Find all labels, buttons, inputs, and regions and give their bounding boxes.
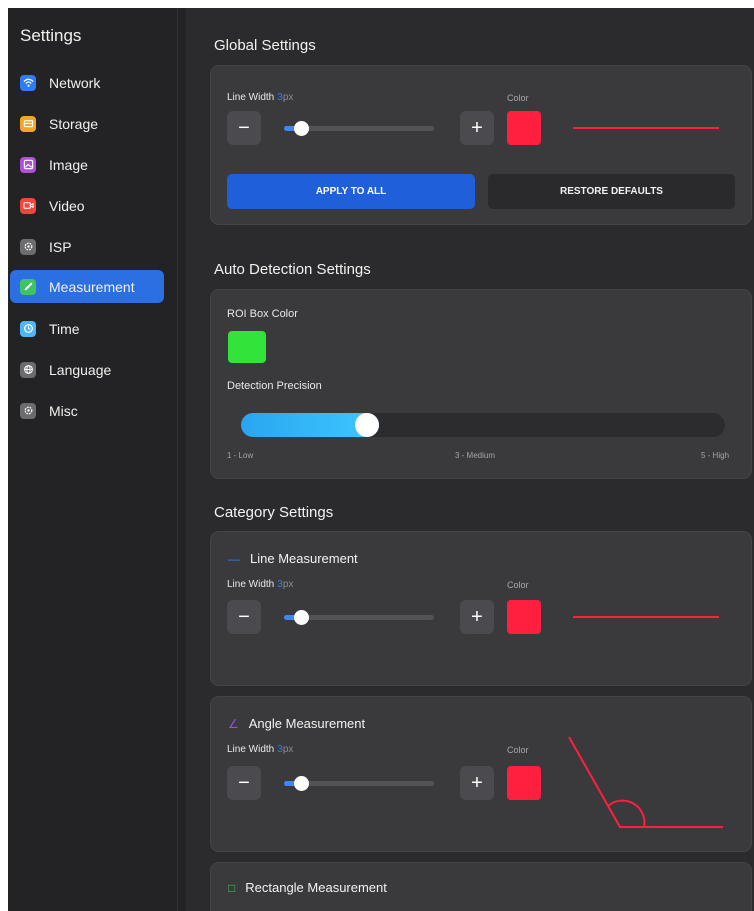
color-label: Color — [507, 93, 529, 103]
isp-gear-icon — [20, 238, 36, 255]
rectangle-icon: □ — [228, 880, 236, 895]
line-measurement-title: — Line Measurement — [228, 551, 358, 566]
sidebar-item-video[interactable]: Video — [10, 189, 164, 222]
roi-box-color-label: ROI Box Color — [227, 308, 298, 320]
sidebar-item-label: Measurement — [49, 278, 135, 295]
angle-measurement-title: ∠ Angle Measurement — [228, 716, 366, 731]
color-label: Color — [507, 745, 529, 755]
decrease-line-width-button[interactable]: − — [227, 766, 261, 800]
category-settings-title: Category Settings — [214, 504, 334, 521]
sidebar-item-label: Misc — [49, 402, 78, 419]
sidebar-item-label: Time — [49, 320, 80, 337]
misc-gear-icon — [20, 402, 36, 419]
angle-preview — [568, 736, 723, 828]
detection-precision-slider[interactable] — [241, 413, 725, 437]
main-content: Global Settings Line Width 3px Color − + … — [186, 8, 754, 911]
line-preview — [573, 616, 719, 618]
precision-thumb[interactable] — [354, 413, 379, 437]
sidebar-item-misc[interactable]: Misc — [10, 394, 164, 427]
decrease-line-width-button[interactable]: − — [227, 111, 261, 145]
sidebar-item-network[interactable]: Network — [10, 66, 164, 99]
line-width-label: Line Width 3px — [227, 579, 294, 590]
precision-tick-medium: 3 - Medium — [455, 451, 496, 460]
line-color-swatch[interactable] — [507, 600, 541, 634]
ruler-icon — [20, 278, 36, 295]
line-preview — [573, 127, 719, 129]
sidebar-item-label: Storage — [49, 115, 99, 132]
sidebar-item-label: Video — [49, 197, 85, 214]
line-width-slider[interactable] — [284, 610, 434, 625]
wifi-icon — [20, 74, 36, 91]
auto-detection-card: ROI Box Color Detection Precision 1 - Lo… — [210, 289, 752, 479]
sidebar-item-isp[interactable]: ISP — [10, 230, 164, 263]
app-window: Settings Network Storage Image Video ISP… — [8, 8, 754, 911]
global-settings-card: Line Width 3px Color − + APPLY TO ALL RES… — [210, 65, 752, 225]
line-width-label: Line Width 3px — [227, 744, 294, 755]
sidebar-item-language[interactable]: Language — [10, 353, 164, 386]
precision-tick-high: 5 - High — [701, 451, 730, 460]
slider-thumb[interactable] — [294, 121, 309, 136]
sidebar-item-image[interactable]: Image — [10, 148, 164, 181]
sidebar-item-label: Network — [49, 74, 101, 91]
angle-measurement-card: ∠ Angle Measurement Line Width 3px Color … — [210, 696, 752, 852]
sidebar-item-label: Language — [49, 361, 112, 378]
storage-icon — [20, 115, 36, 132]
sidebar-title: Settings — [20, 26, 82, 45]
line-measurement-card: — Line Measurement Line Width 3px Color −… — [210, 531, 752, 686]
auto-detection-title: Auto Detection Settings — [214, 261, 371, 278]
video-icon — [20, 197, 36, 214]
slider-thumb[interactable] — [294, 610, 309, 625]
detection-precision-label: Detection Precision — [227, 380, 322, 392]
slider-thumb[interactable] — [294, 776, 309, 791]
line-color-swatch[interactable] — [507, 111, 541, 145]
line-width-slider[interactable] — [284, 776, 434, 791]
sidebar-item-storage[interactable]: Storage — [10, 107, 164, 140]
line-width-slider[interactable] — [284, 121, 434, 136]
roi-color-swatch[interactable] — [228, 331, 266, 363]
rectangle-measurement-card: □ Rectangle Measurement — [210, 862, 752, 911]
global-settings-title: Global Settings — [214, 37, 316, 54]
line-icon: — — [228, 551, 240, 566]
decrease-line-width-button[interactable]: − — [227, 600, 261, 634]
angle-color-swatch[interactable] — [507, 766, 541, 800]
increase-line-width-button[interactable]: + — [460, 111, 494, 145]
line-width-label: Line Width 3px — [227, 92, 294, 103]
sidebar-item-label: Image — [49, 156, 88, 173]
sidebar-item-label: ISP — [49, 238, 72, 255]
sidebar-item-measurement[interactable]: Measurement — [10, 270, 164, 303]
sidebar-item-time[interactable]: Time — [10, 312, 164, 345]
restore-defaults-button[interactable]: RESTORE DEFAULTS — [488, 174, 735, 209]
sidebar: Settings Network Storage Image Video ISP… — [8, 8, 178, 911]
angle-icon: ∠ — [228, 716, 239, 731]
rectangle-measurement-title: □ Rectangle Measurement — [228, 880, 387, 895]
clock-icon — [20, 320, 36, 337]
increase-line-width-button[interactable]: + — [460, 600, 494, 634]
globe-icon — [20, 361, 36, 378]
precision-tick-low: 1 - Low — [227, 451, 254, 460]
color-label: Color — [507, 580, 529, 590]
image-icon — [20, 156, 36, 173]
apply-to-all-button[interactable]: APPLY TO ALL — [227, 174, 475, 209]
increase-line-width-button[interactable]: + — [460, 766, 494, 800]
